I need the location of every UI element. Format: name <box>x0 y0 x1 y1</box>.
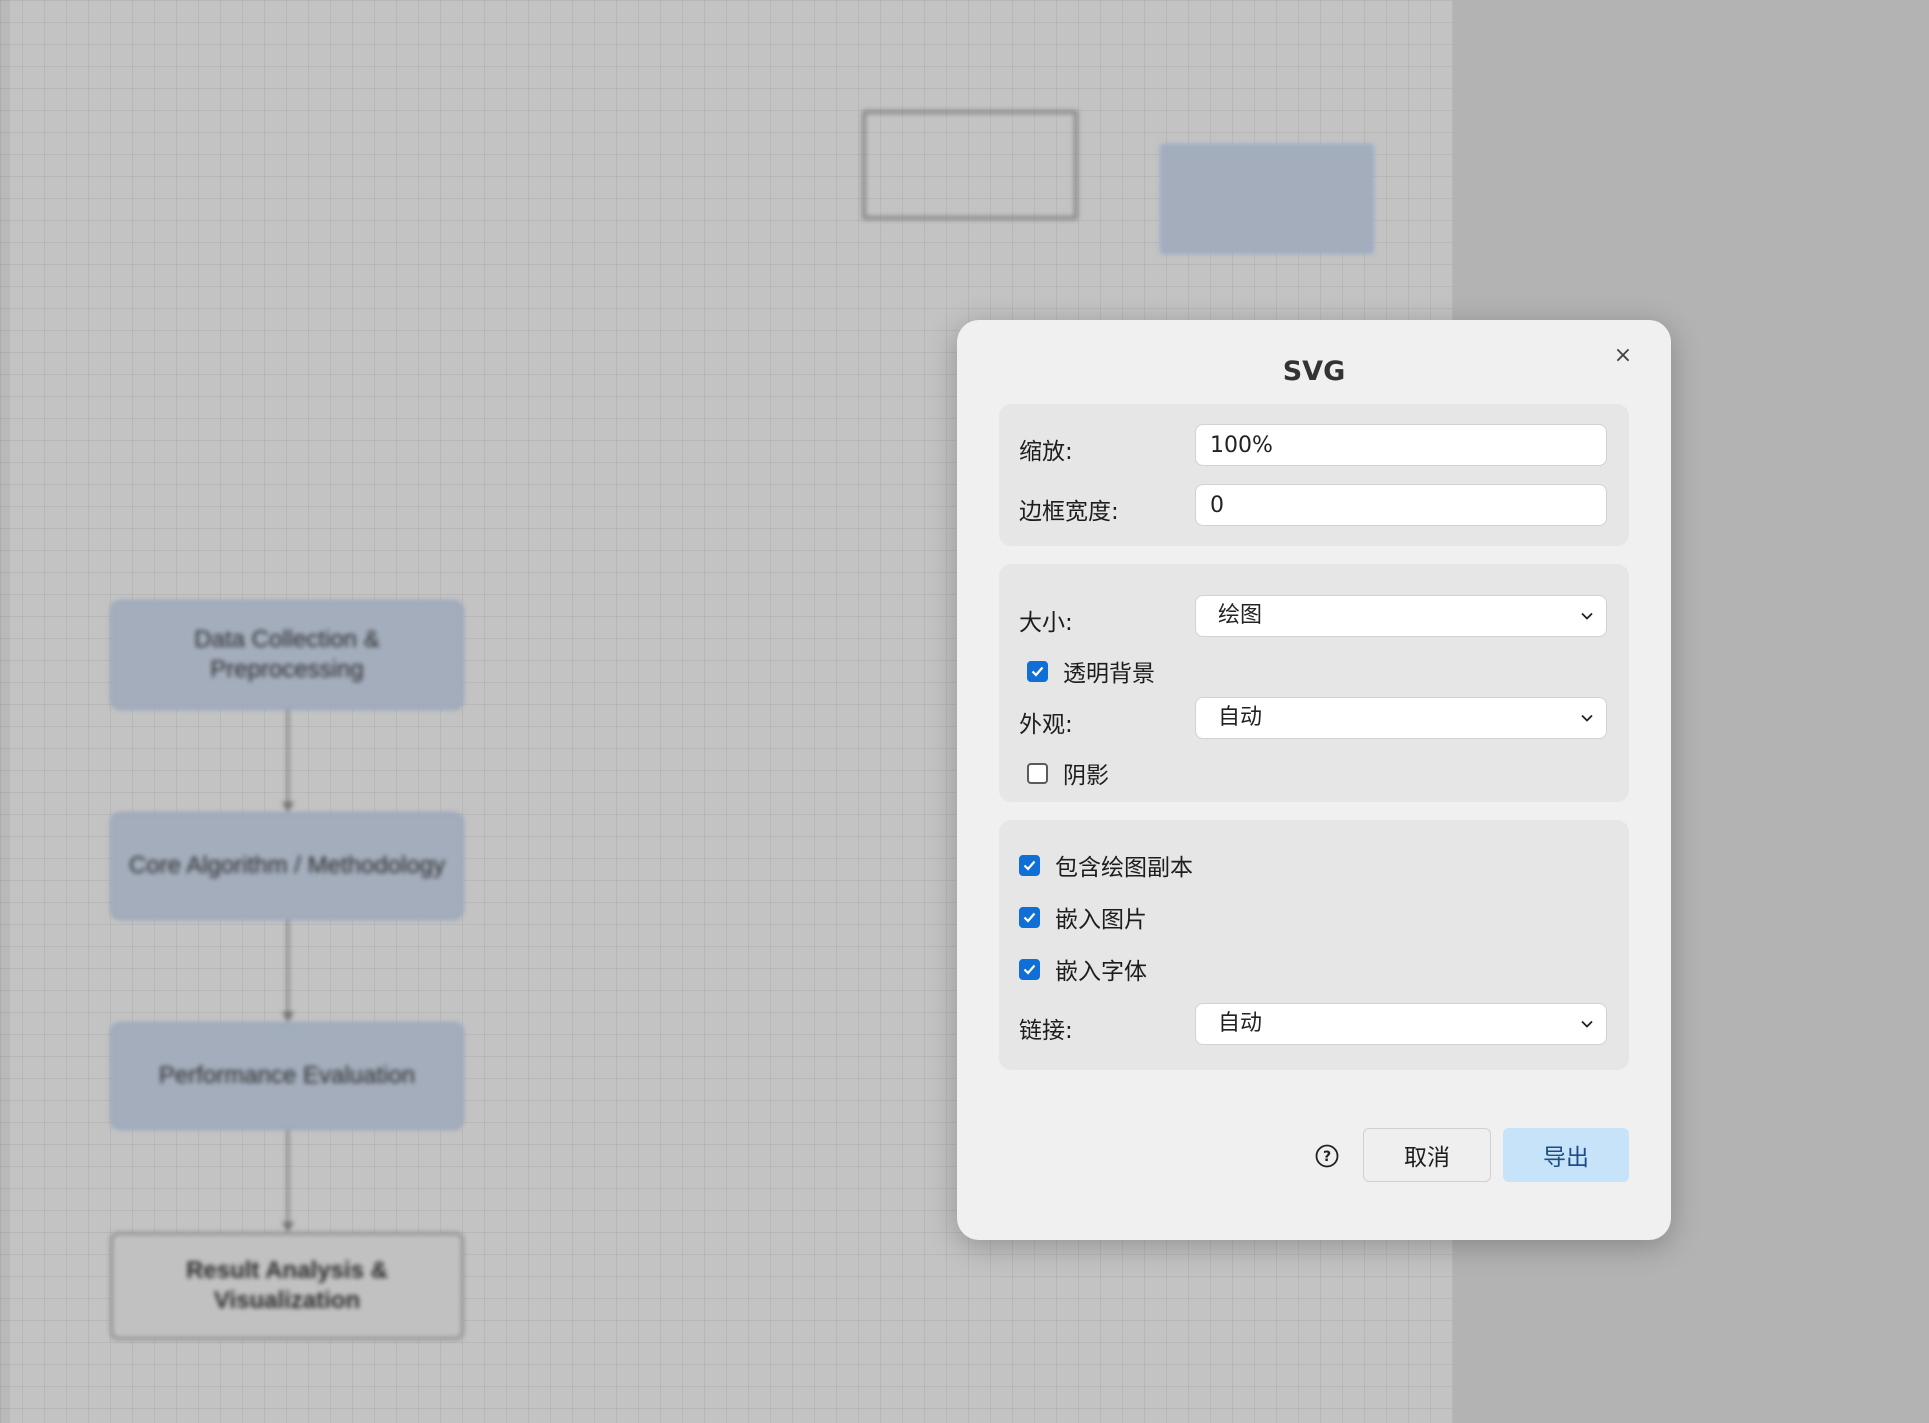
cancel-button[interactable]: 取消 <box>1363 1128 1491 1182</box>
shadow-option[interactable]: 阴影 <box>1027 756 1109 790</box>
help-icon[interactable]: ? <box>1315 1144 1339 1168</box>
include-copy-checkbox[interactable] <box>1019 854 1040 876</box>
embed-images-label: 嵌入图片 <box>1055 907 1147 933</box>
transparent-background-option[interactable]: 透明背景 <box>1027 654 1155 688</box>
size-appearance-section: 大小: 绘图 透明背景 外观: 自动 阴影 <box>999 564 1629 802</box>
links-select-value: 自动 <box>1218 1011 1263 1036</box>
checkmark-icon <box>1031 666 1044 677</box>
connector-line[interactable] <box>287 920 289 1016</box>
connector-arrowhead <box>282 802 294 812</box>
svg-export-dialog: × SVG 缩放: 边框宽度: 大小: 绘图 <box>957 320 1671 1240</box>
connector-arrowhead <box>282 1222 294 1232</box>
size-select-value: 绘图 <box>1218 603 1263 628</box>
embed-images-option[interactable]: 嵌入图片 <box>1019 900 1147 934</box>
connector-line[interactable] <box>287 1130 289 1226</box>
checkmark-icon <box>1023 860 1036 871</box>
export-button[interactable]: 导出 <box>1503 1128 1629 1182</box>
embed-fonts-checkbox[interactable] <box>1019 958 1040 980</box>
embed-images-checkbox[interactable] <box>1019 906 1040 928</box>
size-select[interactable]: 绘图 <box>1195 595 1607 637</box>
dialog-title: SVG <box>1282 356 1346 387</box>
svg-text:?: ? <box>1323 1149 1331 1165</box>
checkmark-icon <box>1023 964 1036 975</box>
checkmark-icon <box>1023 912 1036 923</box>
appearance-label: 外观: <box>1019 712 1073 738</box>
flow-node-result-analysis[interactable]: Result Analysis & Visualization <box>110 1232 464 1340</box>
include-copy-option[interactable]: 包含绘图副本 <box>1019 848 1193 882</box>
connector-arrowhead <box>282 1012 294 1022</box>
chevron-down-icon <box>1581 612 1593 620</box>
flow-node-performance-evaluation[interactable]: Performance Evaluation <box>110 1022 464 1130</box>
border-width-input[interactable] <box>1195 484 1607 526</box>
empty-rectangle-shape[interactable] <box>862 110 1078 220</box>
blue-rectangle-shape[interactable] <box>1160 144 1374 254</box>
include-copy-label: 包含绘图副本 <box>1055 855 1193 881</box>
size-label: 大小: <box>1019 610 1073 636</box>
chevron-down-icon <box>1581 1020 1593 1028</box>
scale-border-section: 缩放: 边框宽度: <box>999 404 1629 546</box>
appearance-select-value: 自动 <box>1218 705 1263 730</box>
shadow-label: 阴影 <box>1063 763 1109 789</box>
chevron-down-icon <box>1581 714 1593 722</box>
links-label: 链接: <box>1019 1018 1073 1044</box>
zoom-label: 缩放: <box>1019 439 1073 465</box>
transparent-background-label: 透明背景 <box>1063 661 1155 687</box>
embed-options-section: 包含绘图副本 嵌入图片 嵌入字体 链接: 自动 <box>999 820 1629 1070</box>
flow-node-data-collection[interactable]: Data Collection & Preprocessing <box>110 600 464 710</box>
appearance-select[interactable]: 自动 <box>1195 697 1607 739</box>
embed-fonts-label: 嵌入字体 <box>1055 959 1147 985</box>
shadow-checkbox[interactable] <box>1027 762 1048 784</box>
links-select[interactable]: 自动 <box>1195 1003 1607 1045</box>
connector-line[interactable] <box>287 710 289 806</box>
embed-fonts-option[interactable]: 嵌入字体 <box>1019 952 1147 986</box>
transparent-background-checkbox[interactable] <box>1027 660 1048 682</box>
app-screen: Data Collection & Preprocessing Core Alg… <box>0 0 1929 1423</box>
zoom-input[interactable] <box>1195 424 1607 466</box>
flow-node-core-algorithm[interactable]: Core Algorithm / Methodology <box>110 812 464 920</box>
border-width-label: 边框宽度: <box>1019 499 1119 525</box>
